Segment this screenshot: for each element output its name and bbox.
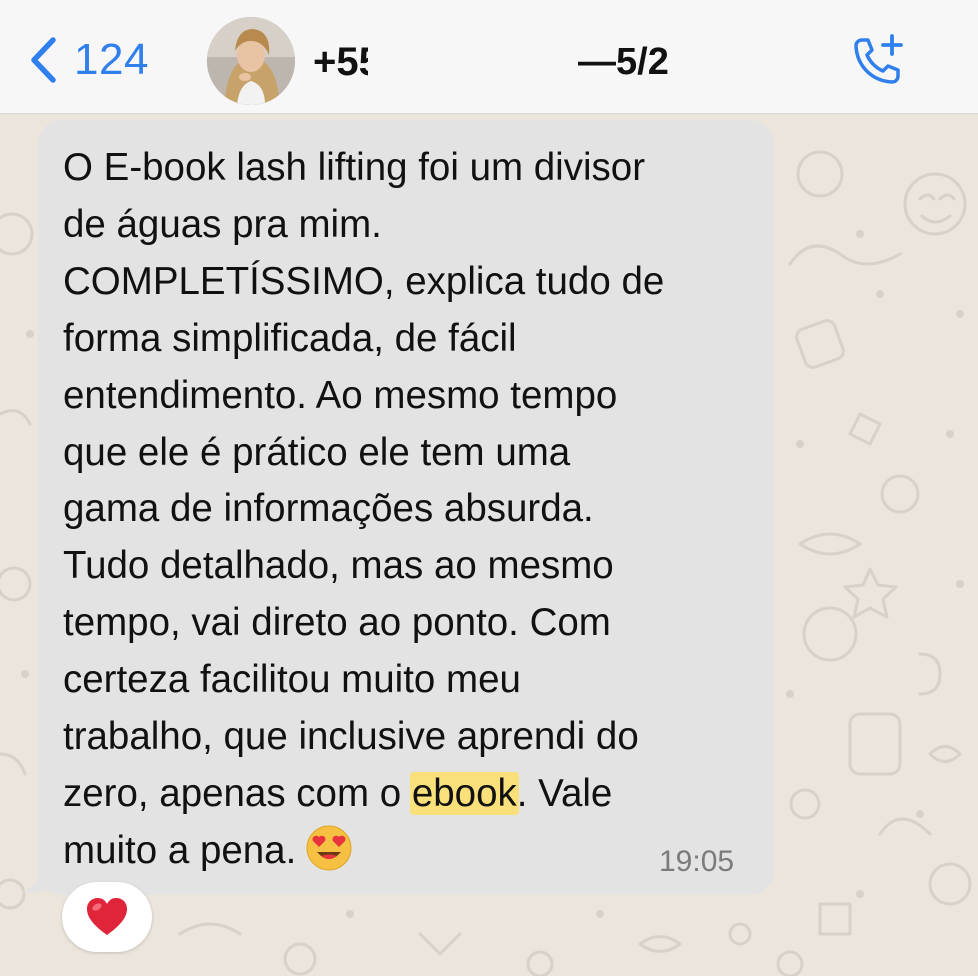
message-line: gama de informações absurda.	[63, 487, 594, 531]
redaction-mask: —5/2	[368, 33, 678, 83]
chevron-left-icon	[31, 37, 56, 83]
message-segment: zero, apenas com o	[63, 771, 412, 815]
unread-count: 124	[74, 35, 149, 84]
message-line: certeza facilitou muito meu	[63, 658, 521, 702]
message-text: O E-book lash lifting foi um divisor de …	[63, 140, 763, 880]
message-line: COMPLETÍSSIMO, explica tudo de	[63, 259, 665, 303]
message-line: O E-book lash lifting foi um divisor	[63, 146, 646, 189]
chat-screen: 124 +55 / —5/2 O E-book lash lifting foi…	[0, 0, 978, 976]
message-line: de águas pra mim.	[63, 202, 382, 246]
contact-name-tail: —5/2	[578, 41, 669, 83]
message-line: muito a pena.	[63, 823, 763, 880]
message-line: zero, apenas com o ebook. Vale	[63, 766, 763, 823]
add-call-button[interactable]	[848, 32, 908, 92]
search-highlight: ebook	[409, 771, 519, 815]
message-line: trabalho, que inclusive aprendi do	[63, 715, 639, 759]
message-line: entendimento. Ao mesmo tempo	[63, 373, 618, 417]
message-segment: . Vale	[516, 771, 613, 815]
message-line: forma simplificada, de fácil	[63, 316, 517, 360]
message-time: 19:05	[659, 845, 735, 878]
reaction-badge[interactable]	[62, 882, 152, 952]
contact-photo	[207, 17, 295, 105]
red-heart-icon	[87, 898, 127, 935]
message-line: Tudo detalhado, mas ao mesmo	[63, 544, 614, 588]
message-segment: muito a pena.	[63, 828, 297, 872]
back-button[interactable]: 124	[28, 30, 149, 90]
phone-plus-icon	[854, 34, 903, 84]
chat-header: 124 +55 / —5/2	[0, 0, 978, 114]
message-line: tempo, vai direto ao ponto. Com	[63, 601, 611, 645]
message-line: que ele é prático ele tem uma	[63, 430, 571, 474]
heart-eyes-emoji-icon	[306, 825, 352, 871]
avatar[interactable]	[207, 17, 295, 105]
